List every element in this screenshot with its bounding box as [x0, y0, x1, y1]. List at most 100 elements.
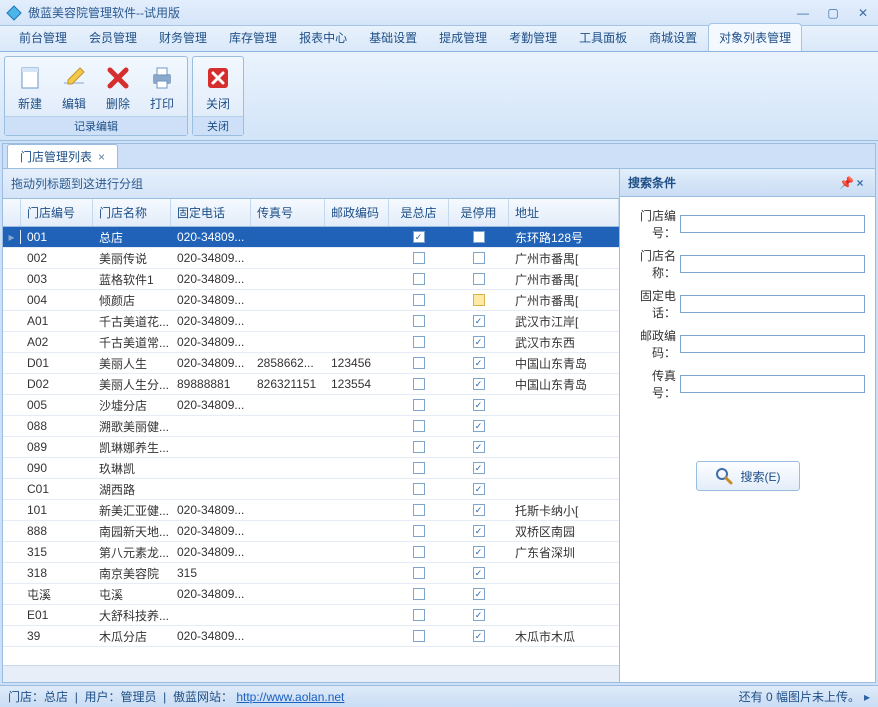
table-row[interactable]: 屯溪屯溪020-34809...✓ — [3, 584, 619, 605]
checkbox-hq[interactable] — [413, 399, 425, 411]
checkbox-hq[interactable]: ✓ — [413, 231, 425, 243]
menu-item[interactable]: 前台管理 — [8, 23, 78, 51]
col-header-hq[interactable]: 是总店 — [389, 199, 449, 226]
checkbox-stop[interactable] — [473, 273, 485, 285]
menu-item[interactable]: 工具面板 — [568, 23, 638, 51]
checkbox-hq[interactable] — [413, 546, 425, 558]
fax-input[interactable] — [680, 375, 865, 393]
table-row[interactable]: 39木瓜分店020-34809...✓木瓜市木瓜 — [3, 626, 619, 647]
table-row[interactable]: A02千古美道常...020-34809...✓武汉市东西 — [3, 332, 619, 353]
ribbon-btn-print[interactable]: 打印 — [143, 61, 181, 114]
table-row[interactable]: 888南园新天地...020-34809...✓双桥区南园 — [3, 521, 619, 542]
checkbox-hq[interactable] — [413, 567, 425, 579]
checkbox-hq[interactable] — [413, 273, 425, 285]
checkbox-hq[interactable] — [413, 588, 425, 600]
checkbox-stop[interactable]: ✓ — [473, 525, 485, 537]
search-button[interactable]: 搜索(E) — [696, 461, 800, 491]
checkbox-stop[interactable]: ✓ — [473, 588, 485, 600]
checkbox-hq[interactable] — [413, 441, 425, 453]
zip-input[interactable] — [680, 335, 865, 353]
checkbox-stop[interactable]: ✓ — [473, 567, 485, 579]
table-row[interactable]: 089凯琳娜养生...✓ — [3, 437, 619, 458]
table-row[interactable]: D01美丽人生020-34809...2858662...123456✓中国山东… — [3, 353, 619, 374]
col-header-fax[interactable]: 传真号 — [251, 199, 325, 226]
table-row[interactable]: 004倾颜店020-34809...广州市番禺[ — [3, 290, 619, 311]
close-icon[interactable]: ✕ — [854, 6, 872, 20]
table-row[interactable]: D02美丽人生分...89888881826321151123554✓中国山东青… — [3, 374, 619, 395]
checkbox-stop[interactable]: ✓ — [473, 441, 485, 453]
table-row[interactable]: 090玖琳凯✓ — [3, 458, 619, 479]
grid-body[interactable]: ▸001总店020-34809...✓东环路128号002美丽传说020-348… — [3, 227, 619, 665]
checkbox-stop[interactable]: ✓ — [473, 483, 485, 495]
table-row[interactable]: 003蓝格软件1020-34809...广州市番禺[ — [3, 269, 619, 290]
checkbox-hq[interactable] — [413, 336, 425, 348]
id-input[interactable] — [680, 215, 865, 233]
tab-close-icon[interactable]: × — [98, 150, 105, 164]
checkbox-hq[interactable] — [413, 252, 425, 264]
checkbox-hq[interactable] — [413, 630, 425, 642]
col-header-name[interactable]: 门店名称 — [93, 199, 171, 226]
checkbox-stop[interactable]: ✓ — [473, 504, 485, 516]
pin-icon[interactable]: 📌 — [839, 176, 853, 190]
tel-input[interactable] — [680, 295, 865, 313]
ribbon-btn-new[interactable]: 新建 — [11, 61, 49, 114]
checkbox-stop[interactable]: ✓ — [473, 462, 485, 474]
menu-item[interactable]: 报表中心 — [288, 23, 358, 51]
table-row[interactable]: ▸001总店020-34809...✓东环路128号 — [3, 227, 619, 248]
status-site-link[interactable]: http://www.aolan.net — [236, 690, 344, 704]
checkbox-hq[interactable] — [413, 378, 425, 390]
table-row[interactable]: 088溯歌美丽健...✓ — [3, 416, 619, 437]
table-row[interactable]: C01湖西路✓ — [3, 479, 619, 500]
ribbon-btn-delete[interactable]: 删除 — [99, 61, 137, 114]
checkbox-hq[interactable] — [413, 315, 425, 327]
col-header-stop[interactable]: 是停用 — [449, 199, 509, 226]
checkbox-hq[interactable] — [413, 504, 425, 516]
checkbox-hq[interactable] — [413, 420, 425, 432]
menu-item[interactable]: 财务管理 — [148, 23, 218, 51]
checkbox-hq[interactable] — [413, 525, 425, 537]
horizontal-scrollbar[interactable] — [3, 665, 619, 682]
panel-close-icon[interactable]: × — [853, 176, 867, 190]
checkbox-stop[interactable]: ✓ — [473, 630, 485, 642]
menu-item[interactable]: 考勤管理 — [498, 23, 568, 51]
checkbox-stop[interactable] — [473, 252, 485, 264]
checkbox-hq[interactable] — [413, 294, 425, 306]
checkbox-stop[interactable]: ✓ — [473, 399, 485, 411]
col-header-zip[interactable]: 邮政编码 — [325, 199, 389, 226]
col-header-addr[interactable]: 地址 — [509, 199, 619, 226]
checkbox-stop[interactable]: ✓ — [473, 315, 485, 327]
checkbox-stop[interactable]: ✓ — [473, 357, 485, 369]
checkbox-stop[interactable]: ✓ — [473, 546, 485, 558]
group-by-bar[interactable]: 拖动列标题到这进行分组 — [3, 169, 619, 199]
table-row[interactable]: 005沙墟分店020-34809...✓ — [3, 395, 619, 416]
table-row[interactable]: 002美丽传说020-34809...广州市番禺[ — [3, 248, 619, 269]
menu-item[interactable]: 提成管理 — [428, 23, 498, 51]
menu-item[interactable]: 库存管理 — [218, 23, 288, 51]
table-row[interactable]: E01大舒科技养...✓ — [3, 605, 619, 626]
maximize-icon[interactable]: ▢ — [824, 6, 842, 20]
name-input[interactable] — [680, 255, 865, 273]
ribbon-btn-close[interactable]: 关闭 — [199, 61, 237, 114]
ribbon-btn-edit[interactable]: 编辑 — [55, 61, 93, 114]
minimize-icon[interactable]: ― — [794, 6, 812, 20]
checkbox-stop[interactable] — [473, 294, 485, 306]
status-arrow-icon[interactable]: ▸ — [864, 690, 870, 704]
table-row[interactable]: 101新美汇亚健...020-34809...✓托斯卡纳小[ — [3, 500, 619, 521]
menu-item[interactable]: 商城设置 — [638, 23, 708, 51]
table-row[interactable]: 315第八元素龙...020-34809...✓广东省深圳 — [3, 542, 619, 563]
col-header-tel[interactable]: 固定电话 — [171, 199, 251, 226]
menu-item[interactable]: 会员管理 — [78, 23, 148, 51]
tab-store-list[interactable]: 门店管理列表 × — [7, 144, 118, 168]
table-row[interactable]: A01千古美道花...020-34809...✓武汉市江岸[ — [3, 311, 619, 332]
checkbox-stop[interactable] — [473, 231, 485, 243]
checkbox-hq[interactable] — [413, 483, 425, 495]
menu-item[interactable]: 对象列表管理 — [708, 23, 802, 51]
checkbox-stop[interactable]: ✓ — [473, 336, 485, 348]
col-header-id[interactable]: 门店编号 — [21, 199, 93, 226]
checkbox-stop[interactable]: ✓ — [473, 378, 485, 390]
checkbox-hq[interactable] — [413, 609, 425, 621]
checkbox-hq[interactable] — [413, 462, 425, 474]
checkbox-hq[interactable] — [413, 357, 425, 369]
checkbox-stop[interactable]: ✓ — [473, 609, 485, 621]
table-row[interactable]: 318南京美容院315✓ — [3, 563, 619, 584]
